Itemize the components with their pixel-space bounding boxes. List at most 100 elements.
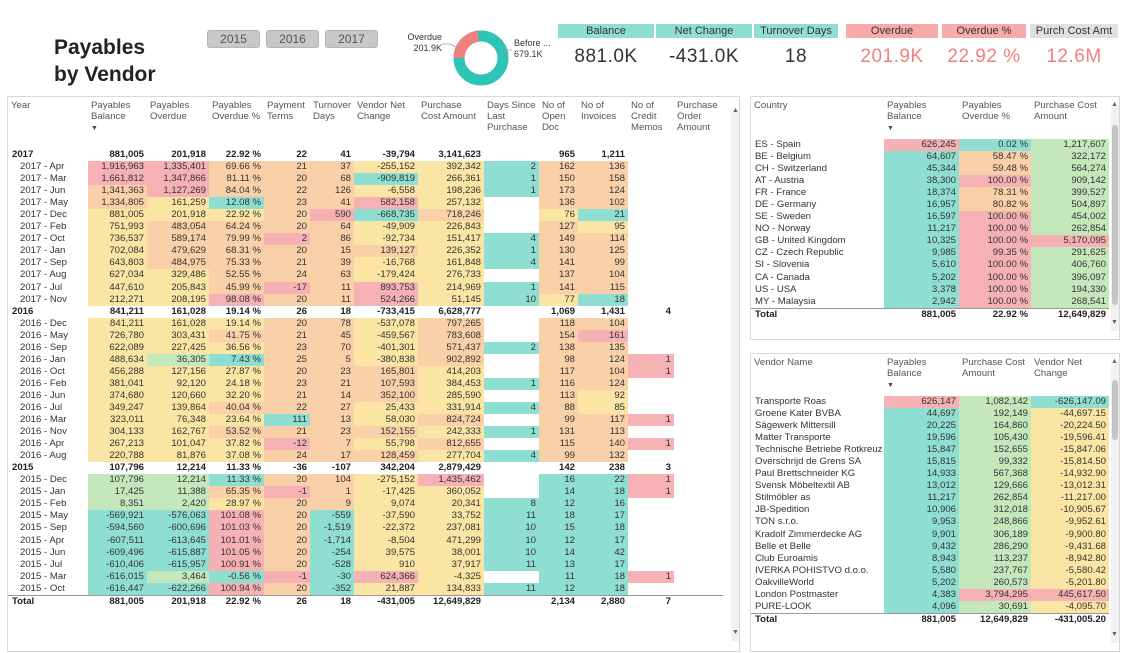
year-group-row[interactable]: 2017 881,005 201,918 22.92 % 22 41 -39,794 3,14… — [8, 149, 723, 161]
vendor-scroll-up-icon[interactable]: ▲ — [1111, 358, 1118, 365]
vendor-row[interactable]: Paul Brettschneider KG 14,933 567,368 -14,9… — [751, 468, 1109, 481]
month-row[interactable]: 2017 - Oct 736,537 589,174 79.99 % 2 86 -92,73… — [8, 233, 723, 246]
month-row[interactable]: 2017 - Apr 1,916,963 1,335,401 69.66 % 21 37-… — [8, 161, 723, 174]
month-row[interactable]: 2015 - May -569,921 -576,063 101.08 % 20 -559… — [8, 510, 723, 523]
vendor-row[interactable]: OakvilleWorld 5,202 260,573 -5,201.80 — [751, 576, 1109, 589]
scroll-down-icon[interactable]: ▼ — [732, 629, 739, 636]
month-row[interactable]: 2017 - Jun 1,341,363 1,127,269 84.04 % 22 126… — [8, 185, 723, 198]
column-header[interactable]: Purchase Cost Amount — [959, 354, 1031, 396]
column-header[interactable]: Purchase Order Amount — [674, 97, 723, 149]
column-header[interactable]: Days Since Last Purchase — [484, 97, 539, 149]
month-row[interactable]: 2017 - Sep 643,803 484,975 75.33 % 21 39 -16,7… — [8, 257, 723, 270]
vendor-row[interactable]: Transporte Roas 626,147 1,082,142 -626,147.… — [751, 396, 1109, 409]
column-header[interactable]: Payables Overdue % — [959, 97, 1031, 139]
column-header[interactable]: Country — [751, 97, 884, 139]
month-row[interactable]: 2015 - Apr -607,511 -613,645 101.01 % 20 -1,7… — [8, 534, 723, 547]
month-row[interactable]: 2016 - Jan 488,634 36,305 7.43 % 25 5 -380,838… — [8, 353, 723, 366]
year-group-row[interactable]: 2015 107,796 12,214 11.33 % -36 -107 342,204 2,… — [8, 462, 723, 474]
month-row[interactable]: 2016 - Sep 622,089 227,425 36.56 % 23 70 -401,… — [8, 341, 723, 354]
vendor-row[interactable]: TON s.r.o. 9,953 248,866 -9,952.61 — [751, 516, 1109, 529]
month-row[interactable]: 2016 - Jul 349,247 139,864 40.04 % 22 27 25,43… — [8, 401, 723, 415]
month-row[interactable]: 2016 - May 726,780 303,431 41.75 % 21 45 -459,… — [8, 329, 723, 342]
month-row[interactable]: 2017 - Aug 627,034 329,486 52.55 % 24 63 -179,… — [8, 269, 723, 282]
column-header[interactable]: Payables Overdue % — [209, 97, 264, 149]
main-matrix-scrollbar[interactable] — [731, 111, 739, 641]
column-header[interactable]: Payment Terms — [264, 97, 310, 149]
vendor-row[interactable]: London Postmaster 4,383 3,794,295 445,617.5… — [751, 588, 1109, 601]
country-row[interactable]: MY - Malaysia 2,942 100.00 % 268,541 — [751, 295, 1109, 309]
month-row[interactable]: 2016 - Aug 220,788 81,876 37.08 % 24 17 128,45… — [8, 450, 723, 463]
country-row[interactable]: CH - Switzerland 45,344 59.48 % 564,274 — [751, 163, 1109, 176]
month-row[interactable]: 2016 - Nov 304,133 162,767 53.52 % 21 23 152,1… — [8, 426, 723, 439]
vendor-scroll-down-icon[interactable]: ▼ — [1111, 631, 1118, 638]
vendor-row[interactable]: Groene Kater BVBA 44,697 192,149 -44,697.15 — [751, 408, 1109, 421]
month-row[interactable]: 2016 - Feb 381,041 92,120 24.18 % 23 21 107,59… — [8, 377, 723, 390]
column-header[interactable]: No of Invoices — [578, 97, 628, 149]
column-header[interactable]: Payables Balance ▼ — [884, 354, 959, 396]
month-row[interactable]: 2016 - Mar 323,011 76,348 23.64 % 111 13 58,03… — [8, 414, 723, 427]
month-row[interactable]: 2017 - Dec 881,005 201,918 22.92 % 20 590 -668… — [8, 209, 723, 222]
month-row[interactable]: 2016 - Dec 841,211 161,028 19.14 % 20 78 -537,… — [8, 317, 723, 330]
vendor-row[interactable]: Matter Transporte 19,596 105,430 -19,596.41 — [751, 432, 1109, 445]
country-row[interactable]: SI - Slovenia 5,610 100.00 % 406,760 — [751, 259, 1109, 272]
column-header[interactable]: Year — [8, 97, 88, 149]
month-row[interactable]: 2015 - Feb 8,351 2,420 28.97 % 20 9 9,074 20,34… — [8, 498, 723, 511]
month-row[interactable]: 2017 - Jan 702,084 479,629 68.31 % 20 15 139,1… — [8, 245, 723, 258]
vendor-row[interactable]: PURE-LOOK 4,096 30,691 -4,095.70 — [751, 600, 1109, 614]
country-row[interactable]: AT - Austria 38,300 100.00 % 909,142 — [751, 175, 1109, 188]
month-row[interactable]: 2017 - Jul 447,610 205,843 45.99 % -17 11 893,… — [8, 281, 723, 294]
month-row[interactable]: 2017 - Nov 212,271 208,195 98.08 % 20 11 524,2… — [8, 293, 723, 306]
vendor-row[interactable]: JB-Spedition 10,906 312,018 -10,905.67 — [751, 504, 1109, 517]
country-row[interactable]: CA - Canada 5,202 100.00 % 396,097 — [751, 271, 1109, 284]
country-row[interactable]: SE - Sweden 16,597 100.00 % 454,002 — [751, 211, 1109, 224]
year-button-2016[interactable]: 2016 — [266, 30, 319, 48]
vendor-matrix-scrollbar[interactable] — [1111, 362, 1119, 643]
column-header[interactable]: Vendor Name — [751, 354, 884, 396]
country-row[interactable]: DE - Germany 16,957 80.82 % 504,897 — [751, 199, 1109, 212]
vendor-row[interactable]: Svensk Möbeltextil AB 13,012 129,666 -13,01… — [751, 480, 1109, 493]
country-row[interactable]: GB - United Kingdom 10,325 100.00 % 5,170,0… — [751, 235, 1109, 248]
column-header[interactable]: Payables Balance ▼ — [88, 97, 147, 149]
month-row[interactable]: 2016 - Jun 374,680 120,660 32.20 % 21 14 352,1… — [8, 389, 723, 402]
year-button-2015[interactable]: 2015 — [207, 30, 260, 48]
country-row[interactable]: ES - Spain 626,245 0.02 % 1,217,607 — [751, 139, 1109, 152]
donut-svg[interactable] — [451, 28, 511, 88]
vendor-row[interactable]: Stilmöbler as 11,217 262,854 -11,217.00 — [751, 492, 1109, 505]
country-row[interactable]: BE - Belgium 64,607 58.47 % 322,172 — [751, 151, 1109, 164]
month-row[interactable]: 2017 - Mar 1,661,812 1,347,866 81.11 % 20 68-… — [8, 173, 723, 186]
month-row[interactable]: 2015 - Sep -594,560 -600,696 101.03 % 20 -1,5… — [8, 522, 723, 535]
year-group-row[interactable]: 2016 841,211 161,028 19.14 % 26 18 -733,415 6,6… — [8, 306, 723, 318]
month-row[interactable]: 2015 - Mar -616,015 3,464 -0.56 % -1 -30 624,3… — [8, 570, 723, 583]
vendor-row[interactable]: Technische Betriebe Rotkreuz 15,847 152,65… — [751, 444, 1109, 457]
country-row[interactable]: CZ - Czech Republic 9,985 99.35 % 291,625 — [751, 247, 1109, 260]
vendor-row[interactable]: Sägewerk Mittersill 20,225 164,860 -20,224.… — [751, 420, 1109, 433]
country-matrix-scrollbar[interactable] — [1111, 105, 1119, 331]
vendor-row[interactable]: IVERKA POHISTVO d.o.o. 5,580 237,767 -5,580… — [751, 564, 1109, 577]
country-scroll-up-icon[interactable]: ▲ — [1111, 101, 1118, 108]
vendor-row[interactable]: Overschrijd de Grens SA 15,815 99,332 -15,8… — [751, 456, 1109, 469]
month-row[interactable]: 2015 - Dec 107,796 12,214 11.33 % 20 104 -275,… — [8, 474, 723, 487]
country-scroll-down-icon[interactable]: ▼ — [1111, 319, 1118, 326]
column-header[interactable]: Vendor Net Change — [354, 97, 418, 149]
vendor-row[interactable]: Belle et Belle 9,432 286,290 -9,431.68 — [751, 540, 1109, 553]
column-header[interactable]: Vendor Net Change — [1031, 354, 1109, 396]
vendor-row[interactable]: Club Euroamis 8,943 113,237 -8,942.80 — [751, 552, 1109, 565]
month-row[interactable]: 2015 - Oct -616,447 -622,266 100.94 % 20 -352… — [8, 582, 723, 596]
country-row[interactable]: NO - Norway 11,217 100.00 % 262,854 — [751, 223, 1109, 236]
month-row[interactable]: 2015 - Jul -610,406 -615,957 100.91 % 20 -528… — [8, 558, 723, 571]
vendor-row[interactable]: Kradolf Zimmerdecke AG 9,901 306,189 -9,900… — [751, 528, 1109, 541]
column-header[interactable]: No of Credit Memos — [628, 97, 674, 149]
month-row[interactable]: 2016 - Apr 267,213 101,047 37.82 % -12 7 55,79… — [8, 438, 723, 451]
month-row[interactable]: 2017 - Feb 751,993 483,054 64.24 % 20 64 -49,9… — [8, 221, 723, 234]
column-header[interactable]: Payables Overdue — [147, 97, 209, 149]
column-header[interactable]: Payables Balance ▼ — [884, 97, 959, 139]
year-button-2017[interactable]: 2017 — [325, 30, 378, 48]
column-header[interactable]: Purchase Cost Amount — [1031, 97, 1109, 139]
column-header[interactable]: Purchase Cost Amount — [418, 97, 484, 149]
month-row[interactable]: 2016 - Oct 456,288 127,156 27.87 % 20 23 165,8… — [8, 365, 723, 378]
column-header[interactable]: No of Open Doc — [539, 97, 578, 149]
scroll-up-icon[interactable]: ▲ — [732, 107, 739, 114]
country-row[interactable]: FR - France 18,374 78.31 % 399,527 — [751, 187, 1109, 200]
month-row[interactable]: 2015 - Jun -609,496 -615,887 101.05 % 20 -254… — [8, 546, 723, 559]
month-row[interactable]: 2017 - May 1,334,805 161,259 12.08 % 23 41 582… — [8, 197, 723, 210]
